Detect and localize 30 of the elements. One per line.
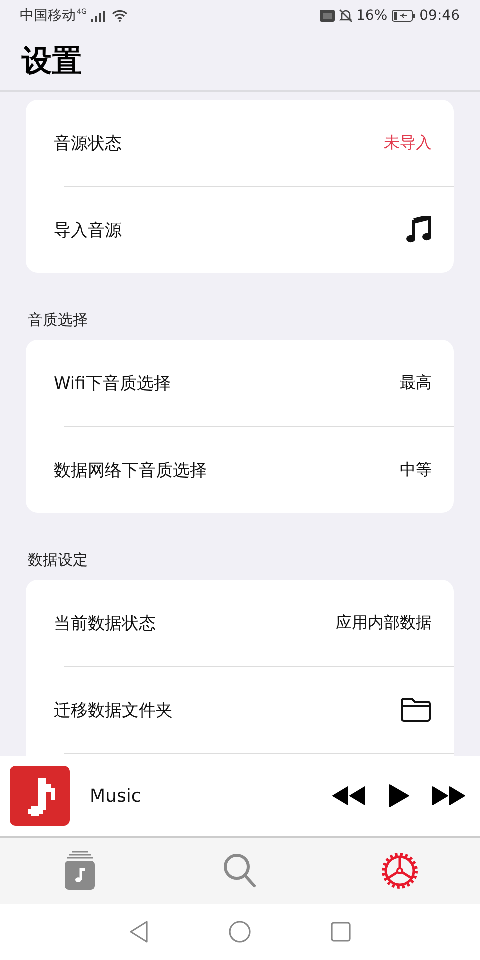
track-title: Music	[90, 786, 142, 806]
settings-icon	[381, 852, 419, 890]
back-button[interactable]	[129, 921, 149, 943]
play-button[interactable]	[388, 784, 410, 808]
search-icon	[223, 853, 257, 889]
folder-icon	[400, 697, 432, 723]
music-library-icon	[64, 851, 96, 891]
settings-row[interactable]: 音源状态 未导入	[26, 100, 454, 186]
music-note-icon	[406, 216, 432, 244]
settings-row[interactable]: Wifi下音质选择 最高	[26, 340, 454, 426]
signal-icon	[90, 10, 105, 22]
recents-button[interactable]	[331, 922, 351, 942]
rewind-button[interactable]	[332, 786, 366, 806]
battery-icon	[392, 10, 416, 22]
carrier-name: 中国移动	[20, 7, 76, 25]
settings-row[interactable]: 数据网络下音质选择 中等	[26, 427, 454, 513]
section-label: 数据设定	[27, 550, 89, 571]
settings-row[interactable]: 当前数据状态 应用内部数据	[26, 580, 454, 666]
settings-row[interactable]: 导入音源	[26, 187, 454, 273]
settings-row[interactable]: 迁移数据文件夹	[26, 667, 454, 753]
album-cover-icon	[10, 766, 70, 826]
home-button[interactable]	[229, 921, 251, 943]
section-label: 音质选择	[27, 310, 89, 331]
mini-player[interactable]: Music	[0, 756, 480, 838]
fast-forward-button[interactable]	[432, 786, 466, 806]
page-title: 设置	[22, 42, 82, 80]
bell-muted-icon	[338, 9, 353, 23]
clock: 09:46	[420, 8, 460, 24]
wifi-icon	[112, 10, 128, 22]
battery-percent: 16%	[356, 8, 388, 24]
